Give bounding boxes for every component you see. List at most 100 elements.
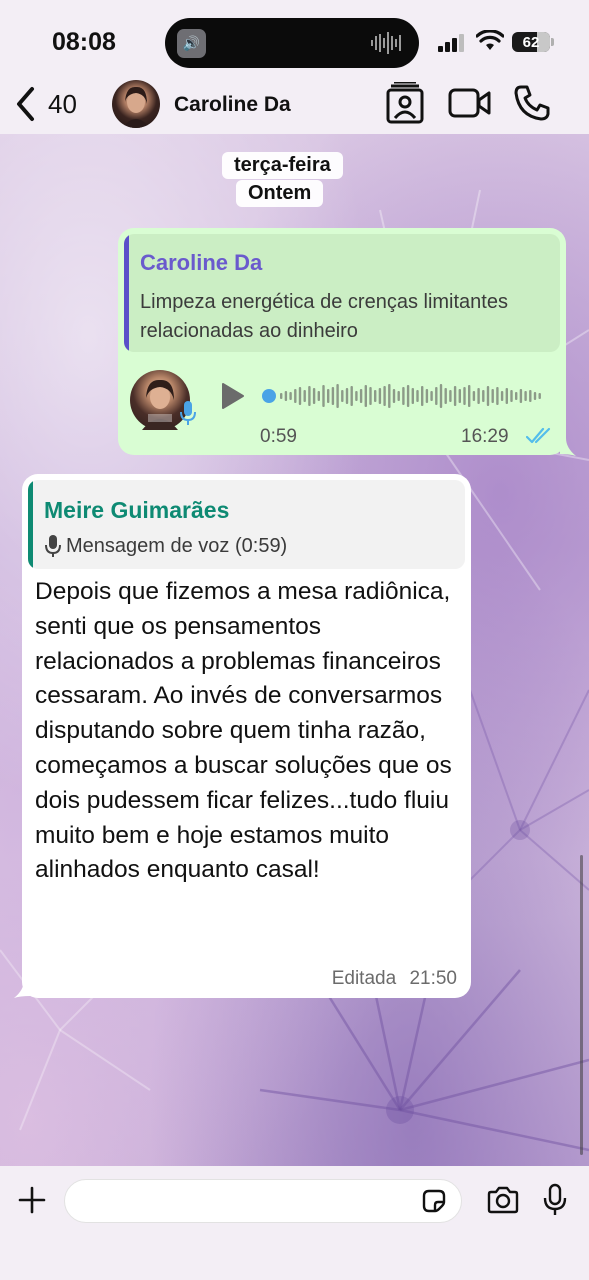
- chat-header: 40 Caroline Da: [0, 80, 589, 134]
- waveform-bar: [331, 387, 335, 405]
- phone-icon[interactable]: [513, 84, 551, 122]
- camera-icon[interactable]: [486, 1186, 520, 1214]
- quote-bar: [28, 480, 33, 569]
- sticker-icon[interactable]: [421, 1188, 447, 1214]
- quote-bar: [124, 234, 129, 352]
- waveform-bar: [359, 389, 363, 403]
- contact-card-icon[interactable]: [385, 82, 425, 124]
- waveform-bar: [298, 387, 302, 405]
- quote-voice-label: Mensagem de voz (0:59): [44, 534, 287, 558]
- waveform-bar: [430, 391, 433, 401]
- waveform-bar: [355, 391, 358, 401]
- voice-waveform[interactable]: [262, 380, 552, 412]
- back-button[interactable]: 40: [14, 84, 77, 124]
- message-input[interactable]: [64, 1179, 462, 1223]
- waveform-bar: [345, 388, 349, 404]
- quote-author: Caroline Da: [140, 250, 263, 275]
- voice-duration: 0:59: [260, 426, 297, 447]
- outgoing-message[interactable]: Caroline Da Limpeza energética de crença…: [118, 228, 566, 455]
- waveform-bar: [388, 384, 391, 408]
- message-text: Depois que fizemos a mesa radiônica, sen…: [35, 578, 452, 884]
- plus-icon[interactable]: [18, 1186, 46, 1214]
- composer-bar: [0, 1166, 589, 1280]
- waveform-bar: [383, 386, 386, 406]
- cellular-signal-icon: [438, 34, 464, 52]
- waveform-bar: [482, 390, 485, 402]
- video-camera-icon[interactable]: [448, 88, 492, 118]
- waveform-bar: [369, 387, 372, 405]
- quote-text: Limpeza energética de crenças limitantes…: [140, 291, 508, 342]
- message-time: 16:29: [461, 426, 509, 447]
- audio-wave-icon: [371, 32, 401, 54]
- waveform-bar: [317, 391, 320, 401]
- waveform-bar: [463, 387, 466, 405]
- status-bar: 08:08 🔊 62: [0, 0, 589, 80]
- clock: 08:08: [52, 28, 116, 56]
- message-meta: Editada 21:50: [332, 968, 457, 990]
- dynamic-island: 🔊: [165, 18, 419, 68]
- waveform-bar: [538, 393, 541, 399]
- waveform-bar: [406, 385, 410, 407]
- waveform-bar: [378, 388, 382, 404]
- waveform-bar: [397, 391, 400, 401]
- contact-name[interactable]: Caroline Da: [174, 93, 291, 117]
- waveform-bar: [364, 385, 367, 407]
- waveform-bar: [303, 390, 306, 402]
- waveform-bar: [486, 386, 490, 406]
- microphone-icon: [45, 535, 61, 557]
- waveform-bar: [280, 393, 283, 399]
- microphone-icon[interactable]: [543, 1183, 567, 1217]
- waveform-bar: [341, 390, 344, 402]
- incoming-message[interactable]: Meire Guimarães Mensagem de voz (0:59) D…: [22, 474, 471, 998]
- waveform-bar: [327, 389, 330, 403]
- quoted-message[interactable]: Caroline Da Limpeza energética de crença…: [124, 234, 560, 352]
- waveform-bar: [322, 385, 325, 407]
- read-receipt-icon: [526, 427, 551, 444]
- voice-mic-badge-icon: [180, 401, 196, 425]
- scroll-indicator[interactable]: [580, 855, 583, 1155]
- waveform-bar: [519, 389, 523, 403]
- message-time: 21:50: [409, 968, 457, 989]
- waveform-bar: [336, 384, 339, 408]
- waveform-scrubber[interactable]: [262, 389, 276, 403]
- battery-nub: [551, 38, 554, 46]
- waveform-bar: [402, 387, 405, 405]
- waveform-bar: [468, 385, 471, 407]
- waveform-bar: [439, 384, 443, 408]
- waveform-bar: [308, 386, 311, 406]
- waveform-bar: [392, 389, 396, 403]
- waveform-bar: [421, 386, 424, 406]
- quote-text: Mensagem de voz (0:59): [66, 534, 288, 557]
- waveform-bar: [500, 391, 504, 401]
- contact-avatar[interactable]: [112, 80, 160, 128]
- waveform-bar: [312, 388, 316, 404]
- waveform-bar: [416, 390, 419, 402]
- waveform-bar: [496, 387, 499, 405]
- waveform-bar: [374, 390, 377, 402]
- waveform-bar: [477, 388, 480, 404]
- quoted-message[interactable]: Meire Guimarães Mensagem de voz (0:59): [28, 480, 465, 569]
- wifi-icon: [476, 30, 504, 50]
- waveform-bar: [510, 390, 513, 402]
- waveform-bar: [289, 392, 292, 400]
- waveform-bar: [425, 389, 429, 403]
- play-icon[interactable]: [220, 382, 246, 410]
- waveform-bar: [435, 387, 438, 405]
- waveform-bar: [284, 391, 288, 401]
- quote-author: Meire Guimarães: [44, 497, 230, 523]
- waveform-bar: [444, 388, 447, 404]
- waveform-bar: [472, 391, 476, 401]
- date-chip-weekday: terça-feira: [222, 152, 343, 179]
- waveform-bar: [453, 386, 457, 406]
- waveform-bar: [294, 389, 297, 403]
- waveform-bar: [449, 390, 452, 402]
- date-chip-yesterday: Ontem: [236, 180, 324, 207]
- chevron-left-icon: [17, 87, 34, 121]
- battery-indicator: 62: [512, 32, 550, 52]
- waveform-bar: [505, 388, 508, 404]
- speaker-icon: 🔊: [177, 29, 206, 58]
- waveform-bar: [491, 389, 494, 403]
- edited-label: Editada: [331, 968, 397, 989]
- waveform-bar: [524, 391, 527, 401]
- unread-count: 40: [48, 88, 77, 119]
